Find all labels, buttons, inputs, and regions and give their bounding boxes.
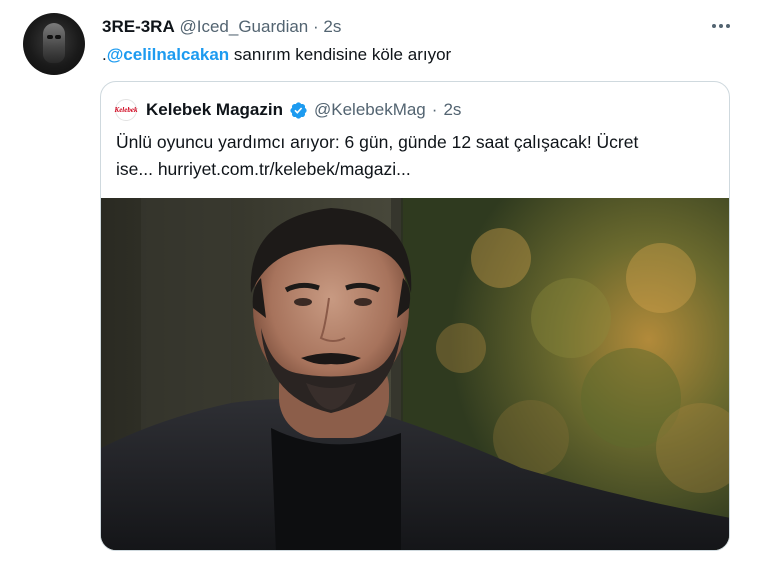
quoted-avatar-logo-text: Kelebek — [114, 106, 138, 114]
tweet-text-body: sanırım kendisine köle arıyor — [229, 45, 452, 64]
quoted-text-line-1: Ünlü oyuncu yardımcı arıyor: 6 gün, günd… — [116, 132, 639, 152]
quoted-tweet-text: Ünlü oyuncu yardımcı arıyor: 6 gün, günd… — [116, 129, 716, 183]
mention-link[interactable]: @celilnalcakan — [107, 45, 229, 64]
quoted-text-line-2[interactable]: ise... hurriyet.com.tr/kelebek/magazi... — [116, 156, 716, 183]
quoted-author-avatar[interactable]: Kelebek — [115, 99, 137, 121]
author-avatar[interactable] — [23, 13, 85, 75]
tweet-time[interactable]: 2s — [323, 17, 341, 36]
avatar-eye-left — [47, 35, 53, 39]
actor-photo — [101, 198, 729, 550]
quoted-media-image[interactable] — [101, 198, 729, 550]
tweet-text: .@celilnalcakan sanırım kendisine köle a… — [102, 44, 451, 66]
more-options-button[interactable] — [708, 13, 734, 39]
quoted-tweet-header: Kelebek Magazin @KelebekMag · 2s — [146, 99, 461, 121]
quoted-tweet-time[interactable]: 2s — [443, 99, 461, 121]
avatar-mask-figure — [43, 23, 65, 63]
header-separator: · — [313, 17, 319, 36]
quoted-author-handle[interactable]: @KelebekMag — [314, 99, 426, 121]
author-handle[interactable]: @Iced_Guardian — [179, 17, 308, 36]
quoted-header-separator: · — [431, 100, 438, 119]
author-name[interactable]: 3RE-3RA — [102, 17, 175, 36]
verified-badge-icon — [290, 101, 307, 119]
quoted-tweet-card[interactable]: Kelebek Kelebek Magazin @KelebekMag · 2s… — [100, 81, 730, 551]
avatar-eye-right — [55, 35, 61, 39]
tweet-header: 3RE-3RA @Iced_Guardian · 2s — [102, 17, 341, 37]
quoted-author-name[interactable]: Kelebek Magazin — [146, 99, 283, 121]
more-horizontal-icon — [712, 24, 730, 28]
